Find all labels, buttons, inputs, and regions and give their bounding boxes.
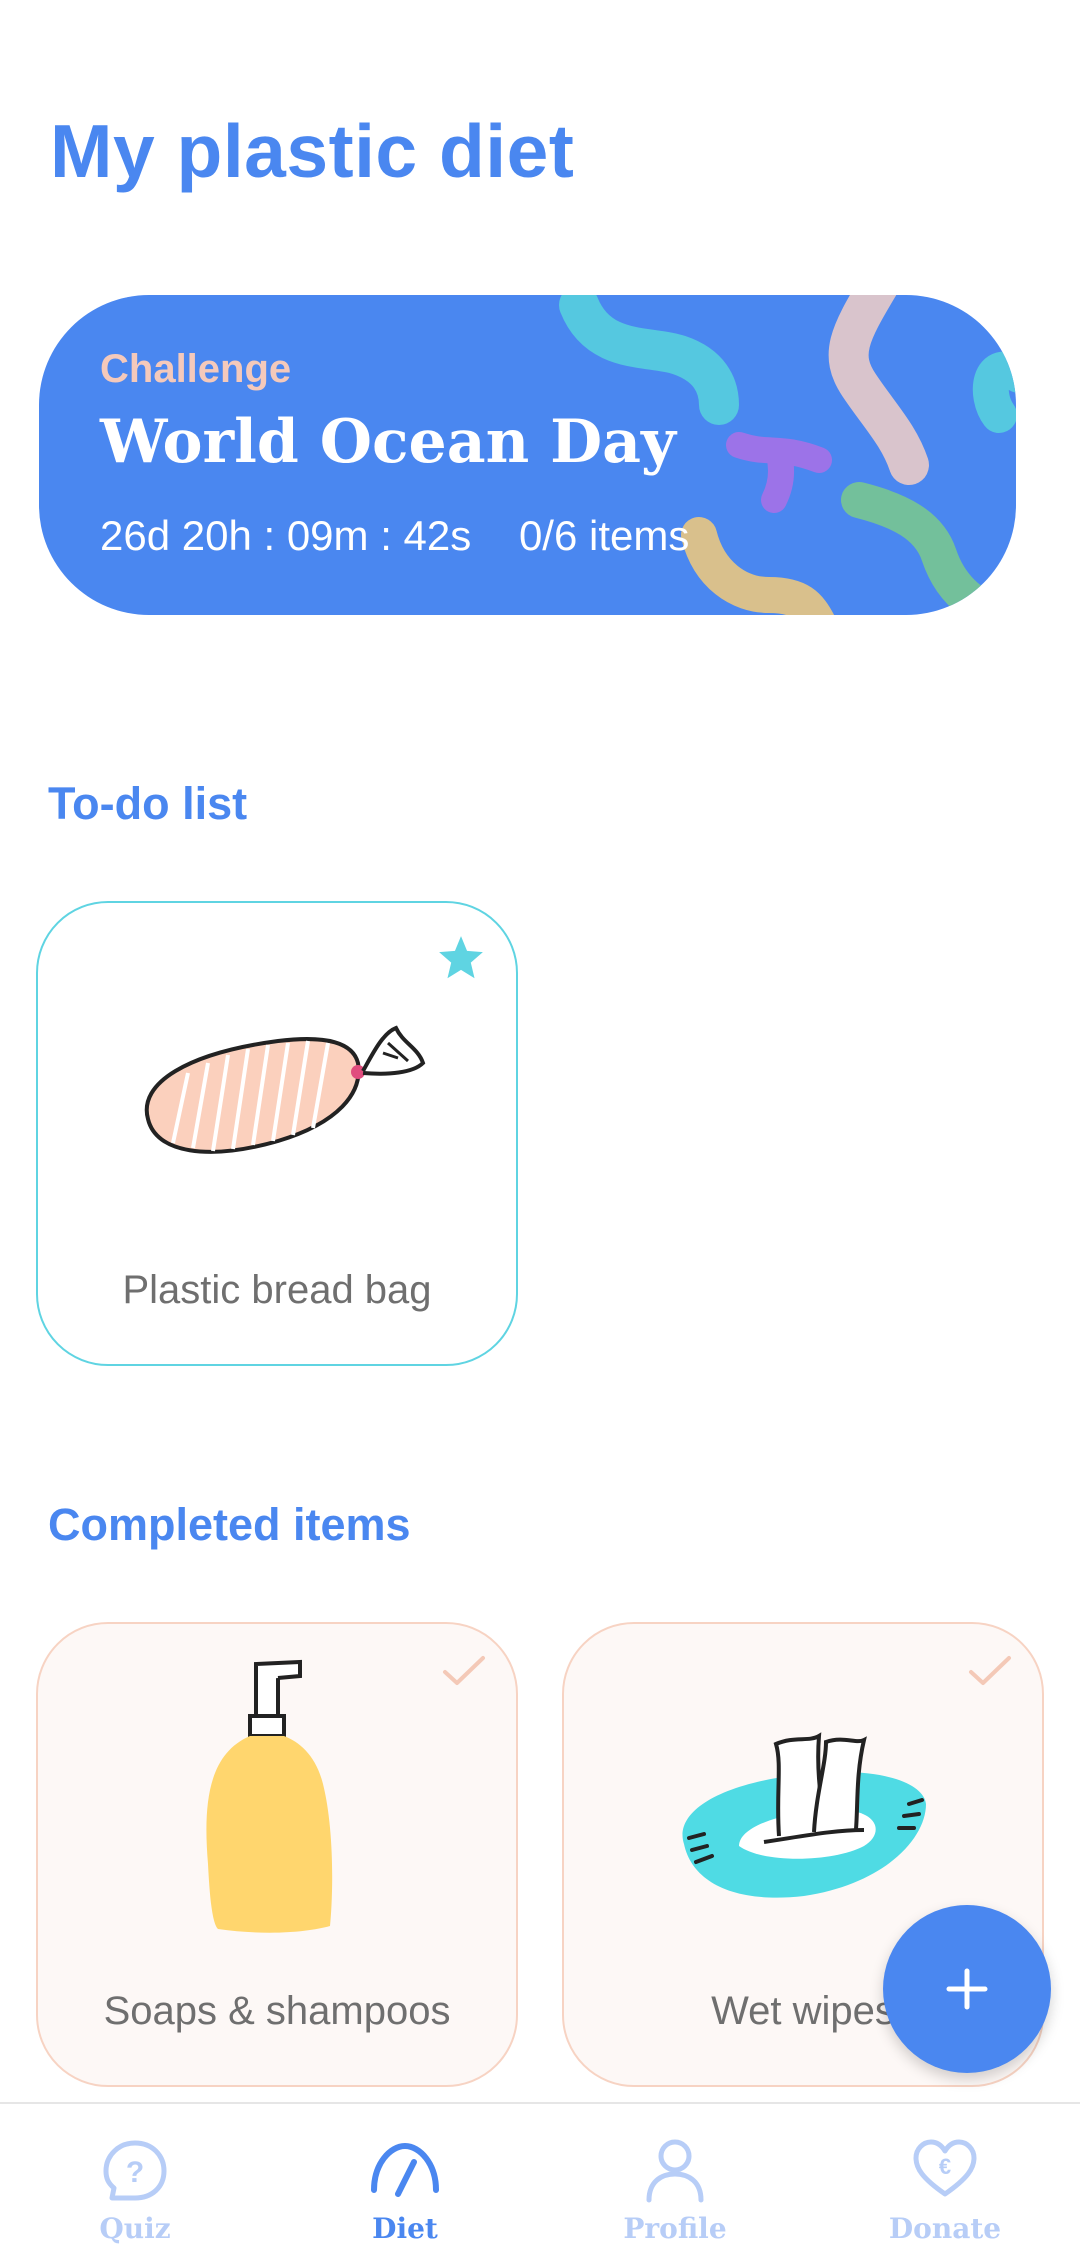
challenge-progress: 0/6 items: [518, 512, 690, 559]
challenge-label: Challenge: [100, 347, 292, 391]
nav-label-diet: Diet: [372, 2212, 438, 2245]
gauge-icon: [371, 2142, 439, 2197]
challenge-card[interactable]: Challenge World Ocean Day 26d 20h : 09m …: [39, 295, 1016, 615]
add-item-button[interactable]: [883, 1905, 1051, 2073]
nav-label-profile: Profile: [623, 2212, 727, 2245]
svg-text:€: €: [939, 2154, 951, 2179]
todo-section-title: To-do list: [48, 778, 248, 829]
nav-label-quiz: Quiz: [99, 2212, 171, 2245]
bread-bag-icon: [144, 1025, 426, 1154]
challenge-title: World Ocean Day: [100, 407, 676, 477]
heart-euro-icon: €: [913, 2139, 977, 2197]
soap-bottle-icon: [206, 1659, 333, 1933]
page-title: My plastic diet: [50, 109, 575, 193]
nav-label-donate: Donate: [888, 2212, 1002, 2245]
challenge-meta: 26d 20h : 09m : 42s 0/6 items: [100, 512, 689, 560]
completed-item-card[interactable]: Soaps & shampoos: [36, 1622, 518, 2087]
bottom-nav: ? Quiz Diet Profile € Donate: [0, 2102, 1080, 2253]
nav-item-profile[interactable]: Profile: [540, 2104, 810, 2253]
completed-section-title: Completed items: [48, 1499, 411, 1550]
profile-icon: [646, 2139, 704, 2203]
todo-item-label: Plastic bread bag: [122, 1268, 432, 1312]
plus-icon: [946, 1968, 988, 2010]
todo-item-card[interactable]: Plastic bread bag: [36, 901, 518, 1366]
nav-item-diet[interactable]: Diet: [270, 2104, 540, 2253]
svg-text:?: ?: [126, 2156, 144, 2189]
nav-item-donate[interactable]: € Donate: [810, 2104, 1080, 2253]
completed-item-label: Soaps & shampoos: [103, 1989, 451, 2033]
challenge-countdown: 26d 20h : 09m : 42s: [100, 512, 472, 559]
quiz-icon: ?: [103, 2140, 167, 2201]
nav-item-quiz[interactable]: ? Quiz: [0, 2104, 270, 2253]
